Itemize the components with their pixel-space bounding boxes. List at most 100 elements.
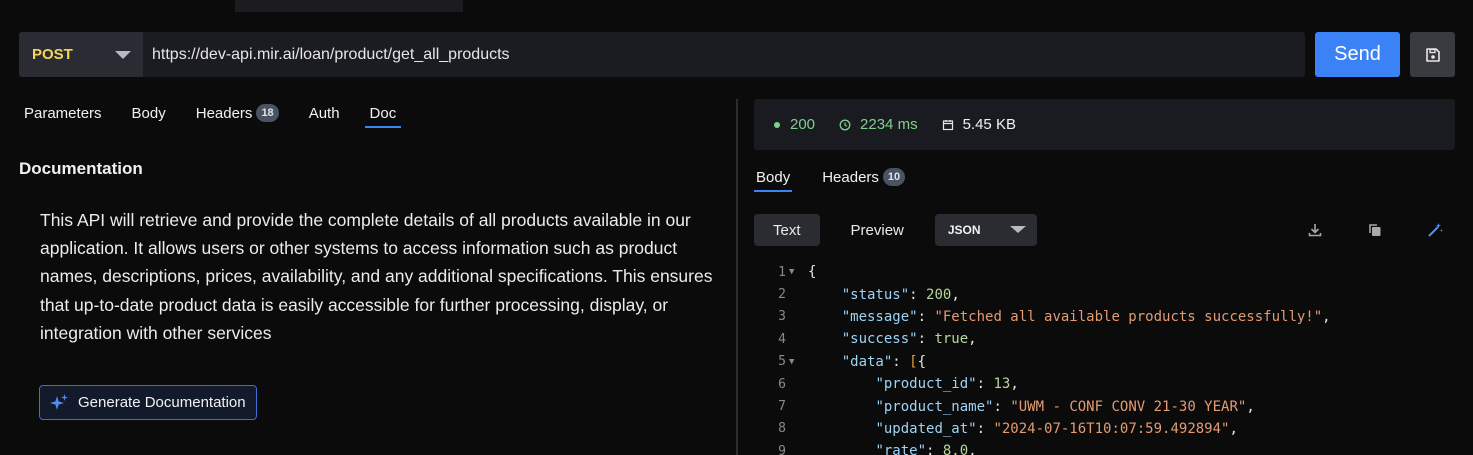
tab-parameters[interactable]: Parameters bbox=[24, 102, 102, 124]
code-token: "2024-07-16T10:07:59.492894" bbox=[993, 420, 1230, 437]
line-number: 8 bbox=[778, 421, 786, 437]
line-number: 3 bbox=[778, 309, 786, 325]
tab-label: Headers bbox=[195, 104, 253, 122]
tab-label: Headers bbox=[822, 168, 879, 186]
response-size: 5.45 KB bbox=[942, 116, 1016, 133]
tab-doc[interactable]: Doc bbox=[364, 102, 401, 128]
code-line: 9 "rate": 8.0, bbox=[754, 440, 1455, 455]
window-tab-strip bbox=[0, 0, 1473, 12]
code-line: 3 "message": "Fetched all available prod… bbox=[754, 306, 1455, 328]
tab-label: Auth bbox=[308, 104, 340, 122]
code-token: { bbox=[917, 353, 927, 370]
tab-label: Doc bbox=[369, 104, 397, 122]
pane-divider[interactable] bbox=[736, 99, 738, 455]
line-number: 4 bbox=[778, 331, 786, 347]
request-tab-active[interactable] bbox=[235, 0, 463, 12]
response-status-bar: 200 2234 ms 5.45 KB bbox=[754, 99, 1455, 150]
code-token: : bbox=[909, 286, 927, 303]
download-button[interactable] bbox=[1305, 220, 1325, 240]
code-token: , bbox=[1322, 308, 1331, 325]
code-token: "rate" bbox=[875, 443, 927, 455]
url-input[interactable] bbox=[143, 32, 1305, 77]
chevron-down-icon bbox=[115, 51, 131, 59]
view-text-button[interactable]: Text bbox=[754, 214, 820, 246]
request-tab[interactable] bbox=[0, 0, 232, 12]
status-code: 200 bbox=[774, 116, 815, 133]
copy-icon bbox=[1369, 224, 1381, 236]
send-button[interactable]: Send bbox=[1315, 32, 1400, 77]
response-code-viewer[interactable]: 1 ▼{2 "status": 200, 3 "message": "Fetched… bbox=[754, 261, 1455, 455]
code-line: 7 "product_name": "UWM - CONF CONV 21-30… bbox=[754, 395, 1455, 417]
sparkle-icon bbox=[50, 393, 68, 410]
code-token: : bbox=[917, 308, 935, 325]
code-token: , bbox=[1246, 398, 1255, 415]
code-token: : bbox=[976, 420, 994, 437]
documentation-heading: Documentation bbox=[19, 159, 143, 178]
format-select[interactable]: JSON bbox=[934, 214, 1037, 246]
magic-wand-icon bbox=[1428, 223, 1443, 237]
code-token: "message" bbox=[841, 308, 918, 325]
save-button[interactable] bbox=[1410, 32, 1455, 77]
tab-response-headers[interactable]: Headers 10 bbox=[822, 166, 906, 188]
code-token: [ bbox=[909, 353, 918, 370]
format-label: JSON bbox=[947, 223, 981, 237]
response-time-value: 2234 ms bbox=[860, 116, 918, 133]
code-line: 6 "product_id": 13, bbox=[754, 373, 1455, 395]
response-tabs: Body Headers 10 bbox=[753, 164, 937, 192]
line-number: 5 bbox=[778, 354, 786, 370]
code-token: , bbox=[968, 331, 977, 348]
method-label: POST bbox=[32, 46, 73, 63]
code-token: "data" bbox=[841, 353, 893, 370]
line-number: 9 bbox=[778, 443, 786, 455]
view-preview-button[interactable]: Preview bbox=[832, 214, 923, 246]
line-number: 6 bbox=[778, 376, 786, 392]
url-bar: POST bbox=[19, 32, 1305, 77]
code-token: "updated_at" bbox=[875, 420, 977, 437]
code-token: : bbox=[892, 353, 910, 370]
tab-label: Parameters bbox=[24, 104, 102, 122]
code-token: "product_id" bbox=[875, 376, 977, 393]
copy-button[interactable] bbox=[1365, 220, 1385, 240]
status-code-value: 200 bbox=[790, 116, 816, 133]
code-token: "UWM - CONF CONV 21-30 YEAR" bbox=[1010, 398, 1247, 415]
line-number: 2 bbox=[778, 287, 786, 303]
download-icon bbox=[1308, 224, 1322, 237]
tab-headers[interactable]: Headers 18 bbox=[196, 102, 279, 124]
code-token: : bbox=[976, 376, 994, 393]
code-token: "product_name" bbox=[875, 398, 994, 415]
fold-toggle-icon[interactable]: ▼ bbox=[786, 357, 808, 367]
code-token: , bbox=[968, 443, 977, 455]
status-dot-icon bbox=[774, 121, 780, 128]
tab-response-body[interactable]: Body bbox=[753, 166, 793, 192]
tab-body[interactable]: Body bbox=[132, 102, 166, 124]
code-line: 5 ▼ "data": [{ bbox=[754, 351, 1455, 373]
generate-label: Generate Documentation bbox=[78, 394, 246, 411]
code-token: 200 bbox=[926, 286, 952, 303]
file-size-icon bbox=[942, 119, 953, 130]
documentation-text: This API will retrieve and provide the c… bbox=[40, 210, 713, 343]
request-tabs: Parameters Body Headers 18 Auth Doc bbox=[24, 100, 426, 128]
count-badge: 10 bbox=[882, 168, 906, 186]
generate-documentation-button[interactable]: Generate Documentation bbox=[39, 385, 257, 420]
clock-icon bbox=[839, 119, 851, 130]
code-token: "success" bbox=[841, 331, 918, 348]
code-token: true bbox=[934, 331, 969, 348]
view-mode-toolbar: Text Preview JSON bbox=[754, 214, 1037, 246]
code-token: "status" bbox=[841, 286, 910, 303]
code-line: 8 "updated_at": "2024-07-16T10:07:59.492… bbox=[754, 418, 1455, 440]
method-select[interactable]: POST bbox=[19, 32, 143, 77]
code-line: 4 "success": true, bbox=[754, 328, 1455, 350]
code-token: 8.0 bbox=[942, 443, 969, 455]
code-token: 13 bbox=[993, 376, 1011, 393]
fold-toggle-icon[interactable]: ▼ bbox=[786, 267, 808, 277]
beautify-button[interactable] bbox=[1425, 220, 1445, 240]
tab-auth[interactable]: Auth bbox=[309, 102, 340, 124]
chevron-down-icon bbox=[1009, 226, 1026, 233]
response-size-value: 5.45 KB bbox=[962, 116, 1016, 133]
count-badge: 18 bbox=[256, 104, 279, 122]
